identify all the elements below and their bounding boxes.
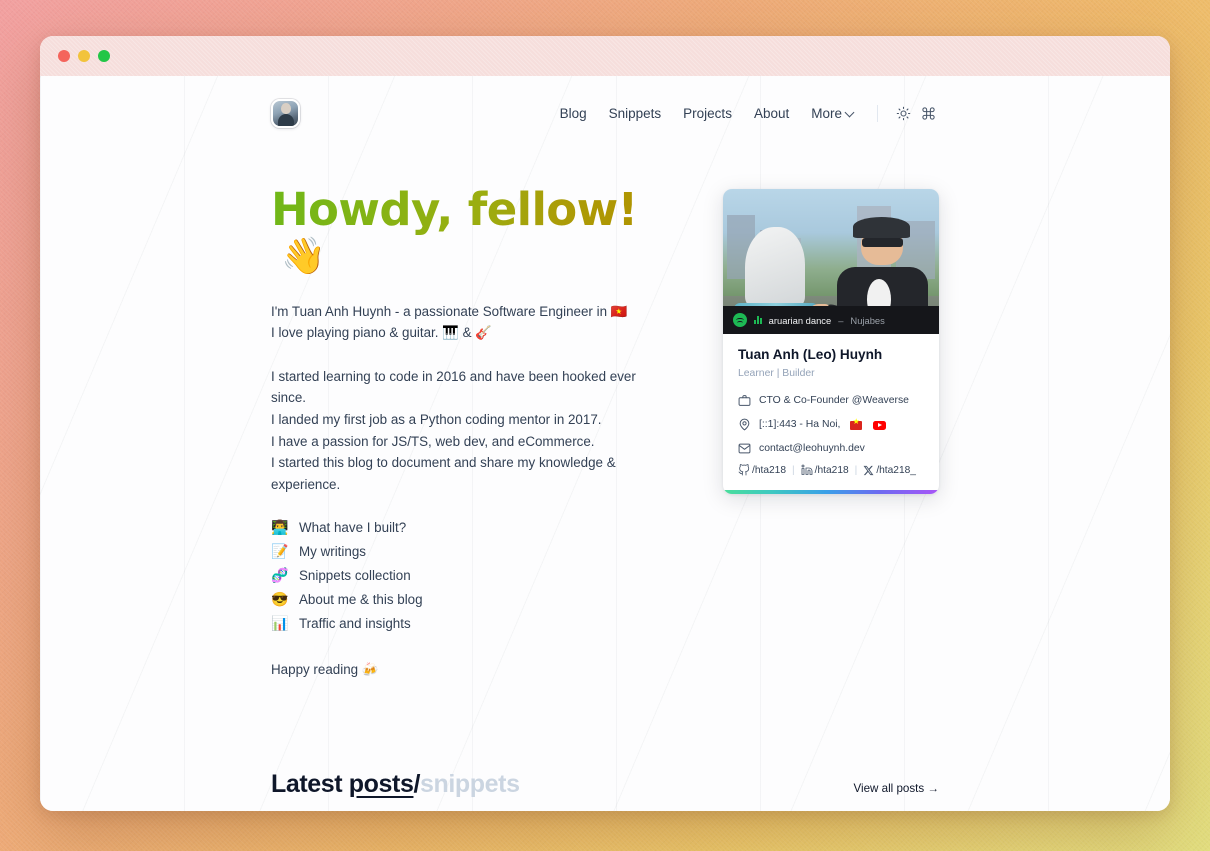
quick-link-traffic[interactable]: 📊 Traffic and insights bbox=[271, 615, 671, 632]
waving-hand-icon: 👋 bbox=[281, 234, 326, 276]
profile-card-body: Tuan Anh (Leo) Huynh Learner | Builder C… bbox=[723, 334, 939, 490]
briefcase-icon bbox=[738, 395, 751, 406]
card-accent-strip bbox=[723, 490, 939, 494]
dna-icon: 🧬 bbox=[271, 567, 289, 584]
quick-link-writings[interactable]: 📝 My writings bbox=[271, 543, 671, 560]
linkedin-icon bbox=[801, 464, 813, 475]
maximize-window-button[interactable] bbox=[98, 50, 110, 62]
nav-link-blog[interactable]: Blog bbox=[549, 101, 598, 126]
location-pin-icon bbox=[739, 418, 750, 431]
memo-icon: 📝 bbox=[271, 543, 289, 560]
tab-posts[interactable]: posts bbox=[349, 770, 414, 798]
profile-location: [::1]:443 - Ha Noi, bbox=[738, 418, 924, 431]
nav-link-about[interactable]: About bbox=[743, 101, 800, 126]
quick-link-projects[interactable]: 👨‍💻 What have I built? bbox=[271, 519, 671, 536]
equalizer-icon bbox=[754, 316, 762, 324]
quick-link-label: Traffic and insights bbox=[299, 616, 411, 632]
envelope-icon bbox=[738, 443, 751, 454]
profile-photo: aruarian dance – Nujabes bbox=[723, 189, 939, 334]
hero-text-column: Howdy, fellow!👋 I'm Tuan Anh Huynh - a p… bbox=[271, 183, 671, 678]
header-divider bbox=[877, 104, 878, 122]
latest-title-prefix: Latest bbox=[271, 770, 343, 799]
nav-link-more[interactable]: More bbox=[800, 101, 866, 126]
profile-job-text: CTO & Co-Founder @Weaverse bbox=[759, 395, 909, 406]
x-handle: /hta218_ bbox=[876, 464, 916, 476]
spotify-dash: – bbox=[838, 314, 844, 326]
spotify-now-playing[interactable]: aruarian dance – Nujabes bbox=[723, 306, 939, 334]
spotify-track: aruarian dance bbox=[768, 314, 832, 326]
fact-line: I have a passion for JS/TS, web dev, and… bbox=[271, 433, 595, 449]
page-title: Howdy, fellow! bbox=[271, 183, 638, 236]
hero-quick-links: 👨‍💻 What have I built? 📝 My writings 🧬 S… bbox=[271, 519, 671, 632]
profile-details: CTO & Co-Founder @Weaverse [::1]:443 - H… bbox=[738, 394, 924, 476]
quick-link-snippets[interactable]: 🧬 Snippets collection bbox=[271, 567, 671, 584]
social-github[interactable]: /hta218 bbox=[738, 464, 786, 476]
intro-line-2: I love playing piano & guitar. 🎹 & 🎸 bbox=[271, 325, 492, 341]
hero-intro: I'm Tuan Anh Huynh - a passionate Softwa… bbox=[271, 301, 671, 344]
happy-reading-text: Happy reading 🍻 bbox=[271, 662, 379, 678]
profile-email-text: contact@leohuynh.dev bbox=[759, 443, 865, 454]
social-x[interactable]: /hta218_ bbox=[863, 465, 916, 476]
minimize-window-button[interactable] bbox=[78, 50, 90, 62]
social-linkedin[interactable]: /hta218 bbox=[801, 464, 849, 476]
fact-line: I started learning to code in 2016 and h… bbox=[271, 368, 636, 406]
window-titlebar bbox=[40, 36, 1170, 76]
nav-link-snippets[interactable]: Snippets bbox=[598, 101, 673, 126]
profile-location-text: [::1]:443 - Ha Noi, bbox=[759, 419, 841, 430]
quick-link-about[interactable]: 😎 About me & this blog bbox=[271, 591, 671, 608]
profile-socials: /hta218 | /hta218 | /hta218_ bbox=[738, 464, 924, 476]
latest-header: Latest posts/snippets View all posts → bbox=[271, 770, 939, 799]
merlion-statue bbox=[733, 226, 819, 322]
close-window-button[interactable] bbox=[58, 50, 70, 62]
bar-chart-icon: 📊 bbox=[271, 615, 289, 632]
site-header: Blog Snippets Projects About More bbox=[271, 78, 939, 140]
browser-window: Blog Snippets Projects About More Howdy,… bbox=[40, 36, 1170, 811]
hero-section: Howdy, fellow!👋 I'm Tuan Anh Huynh - a p… bbox=[271, 140, 939, 678]
view-all-posts-link[interactable]: View all posts → bbox=[854, 782, 940, 795]
profile-name: Tuan Anh (Leo) Huynh bbox=[738, 347, 883, 362]
spotify-icon bbox=[733, 313, 747, 327]
quick-link-label: My writings bbox=[299, 544, 366, 560]
sunglasses-face-icon: 😎 bbox=[271, 591, 289, 608]
fact-line: I landed my first job as a Python coding… bbox=[271, 411, 602, 427]
avatar-logo[interactable] bbox=[271, 98, 300, 128]
latest-section: Latest posts/snippets View all posts → bbox=[271, 770, 939, 811]
quick-link-label: About me & this blog bbox=[299, 592, 423, 608]
tab-snippets[interactable]: snippets bbox=[420, 770, 520, 798]
hero-facts: I started learning to code in 2016 and h… bbox=[271, 366, 671, 496]
github-icon bbox=[738, 464, 750, 476]
vietnam-flag-icon bbox=[850, 418, 863, 430]
quick-link-label: Snippets collection bbox=[299, 568, 411, 584]
chevron-down-icon bbox=[846, 108, 855, 117]
social-separator: | bbox=[792, 464, 795, 476]
profile-card: aruarian dance – Nujabes Tuan Anh (Leo) … bbox=[723, 189, 939, 494]
profile-email[interactable]: contact@leohuynh.dev bbox=[738, 442, 924, 455]
page-content: Blog Snippets Projects About More Howdy,… bbox=[40, 76, 1170, 811]
github-handle: /hta218 bbox=[752, 464, 786, 476]
social-separator: | bbox=[854, 464, 858, 476]
latest-title: Latest posts/snippets bbox=[271, 770, 520, 799]
nav-link-projects[interactable]: Projects bbox=[672, 101, 743, 126]
profile-role: Learner | Builder bbox=[738, 368, 815, 379]
sun-icon[interactable] bbox=[892, 102, 914, 124]
intro-line-1: I'm Tuan Anh Huynh - a passionate Softwa… bbox=[271, 303, 628, 319]
technologist-icon: 👨‍💻 bbox=[271, 519, 289, 536]
profile-job: CTO & Co-Founder @Weaverse bbox=[738, 394, 924, 407]
nav-links: Blog Snippets Projects About More bbox=[549, 101, 866, 126]
quick-link-label: What have I built? bbox=[299, 520, 407, 536]
x-twitter-icon bbox=[863, 465, 874, 475]
nav-more-label: More bbox=[811, 105, 842, 121]
spotify-artist: Nujabes bbox=[850, 314, 885, 326]
youtube-icon[interactable] bbox=[873, 421, 887, 430]
fact-line: I started this blog to document and shar… bbox=[271, 455, 616, 492]
linkedin-handle: /hta218 bbox=[814, 464, 849, 476]
command-icon[interactable] bbox=[917, 102, 939, 124]
header-right: Blog Snippets Projects About More bbox=[549, 101, 939, 126]
